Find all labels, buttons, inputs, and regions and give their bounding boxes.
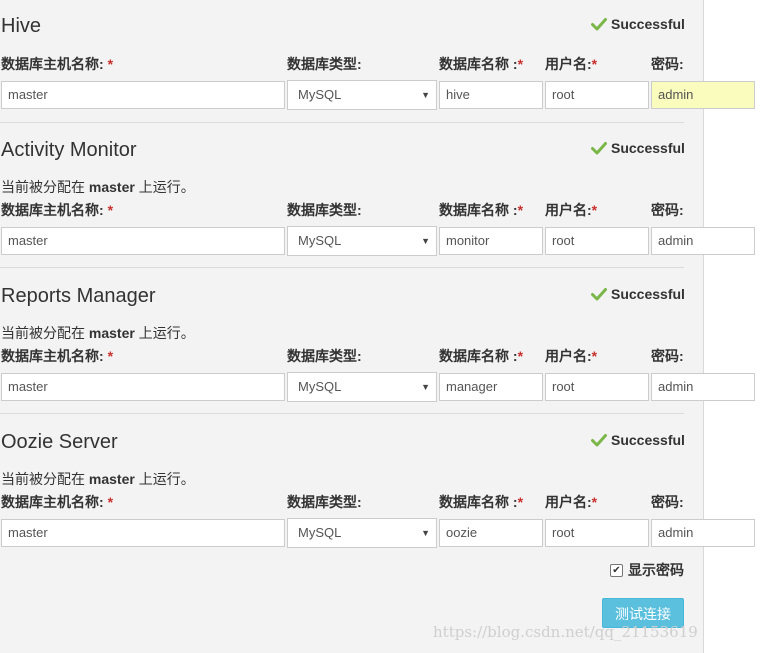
check-icon — [591, 142, 607, 155]
user-input[interactable]: root — [545, 227, 649, 255]
dropdown-arrow-icon: ▼ — [421, 528, 430, 538]
db-type-select[interactable]: MySQL ▼ — [287, 80, 437, 110]
status-text: Successful — [611, 140, 685, 156]
password-input[interactable]: admin — [651, 519, 755, 547]
password-input[interactable]: admin — [651, 227, 755, 255]
db-name-label: 数据库名称 :* — [439, 348, 524, 364]
db-type-label: 数据库类型: — [287, 348, 362, 364]
db-name-input[interactable]: hive — [439, 81, 543, 109]
password-input[interactable]: admin — [651, 373, 755, 401]
database-setup-panel: Hive Successful 数据库主机名称: * 数据库类型: 数据库名称 … — [0, 0, 755, 653]
status-text: Successful — [611, 286, 685, 302]
check-icon — [591, 288, 607, 301]
user-label: 用户名:* — [545, 202, 598, 218]
status-successful: Successful — [591, 432, 685, 448]
host-label: 数据库主机名称: * — [1, 494, 114, 510]
db-type-value: MySQL — [298, 525, 342, 540]
db-name-input[interactable]: manager — [439, 373, 543, 401]
section-divider — [0, 267, 684, 268]
password-label: 密码: — [651, 202, 684, 218]
db-type-value: MySQL — [298, 379, 342, 394]
user-label: 用户名:* — [545, 494, 598, 510]
db-name-label: 数据库名称 :* — [439, 494, 524, 510]
section-title: Oozie Server — [1, 431, 118, 453]
section-title: Activity Monitor — [1, 139, 137, 161]
show-password-label: 显示密码 — [628, 562, 684, 578]
db-type-value: MySQL — [298, 87, 342, 102]
host-input[interactable]: master — [1, 373, 285, 401]
password-label: 密码: — [651, 494, 684, 510]
status-successful: Successful — [591, 16, 685, 32]
dropdown-arrow-icon: ▼ — [421, 90, 430, 100]
host-label: 数据库主机名称: * — [1, 348, 114, 364]
password-input[interactable]: admin — [651, 81, 755, 109]
user-input[interactable]: root — [545, 81, 649, 109]
db-type-label: 数据库类型: — [287, 56, 362, 72]
check-icon — [591, 434, 607, 447]
status-successful: Successful — [591, 286, 685, 302]
user-input[interactable]: root — [545, 373, 649, 401]
assigned-host-note: 当前被分配在 master 上运行。 — [1, 325, 195, 341]
host-input[interactable]: master — [1, 227, 285, 255]
check-icon — [591, 18, 607, 31]
user-label: 用户名:* — [545, 348, 598, 364]
db-type-value: MySQL — [298, 233, 342, 248]
dropdown-arrow-icon: ▼ — [421, 382, 430, 392]
host-input[interactable]: master — [1, 81, 285, 109]
dropdown-arrow-icon: ▼ — [421, 236, 430, 246]
db-name-label: 数据库名称 :* — [439, 202, 524, 218]
db-type-label: 数据库类型: — [287, 202, 362, 218]
status-text: Successful — [611, 16, 685, 32]
section-divider — [0, 413, 684, 414]
status-text: Successful — [611, 432, 685, 448]
show-password-toggle[interactable]: ✔ 显示密码 — [610, 560, 684, 580]
checkbox-checked-icon[interactable]: ✔ — [610, 563, 623, 577]
db-type-select[interactable]: MySQL ▼ — [287, 372, 437, 402]
user-input[interactable]: root — [545, 519, 649, 547]
assigned-host-note: 当前被分配在 master 上运行。 — [1, 471, 195, 487]
db-name-input[interactable]: monitor — [439, 227, 543, 255]
password-label: 密码: — [651, 348, 684, 364]
db-name-input[interactable]: oozie — [439, 519, 543, 547]
db-name-label: 数据库名称 :* — [439, 56, 524, 72]
assigned-host-note: 当前被分配在 master 上运行。 — [1, 179, 195, 195]
section-divider — [0, 122, 684, 123]
db-type-select[interactable]: MySQL ▼ — [287, 518, 437, 548]
user-label: 用户名:* — [545, 56, 598, 72]
db-type-select[interactable]: MySQL ▼ — [287, 226, 437, 256]
section-title: Reports Manager — [1, 285, 156, 307]
host-label: 数据库主机名称: * — [1, 56, 114, 72]
host-input[interactable]: master — [1, 519, 285, 547]
db-type-label: 数据库类型: — [287, 494, 362, 510]
host-label: 数据库主机名称: * — [1, 202, 114, 218]
section-title: Hive — [1, 15, 42, 37]
password-label: 密码: — [651, 56, 684, 72]
watermark: https://blog.csdn.net/qq_21153619 — [433, 623, 698, 641]
status-successful: Successful — [591, 140, 685, 156]
